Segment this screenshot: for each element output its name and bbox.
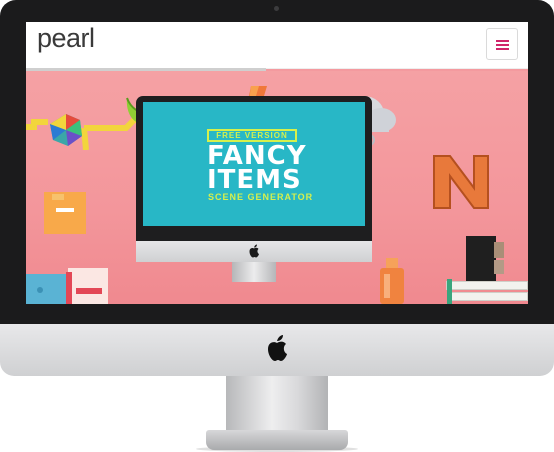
- monitor-stand-foot: [206, 430, 348, 450]
- monitor-stand-neck: [226, 376, 328, 434]
- poster-monitor-stand: [232, 262, 276, 282]
- notes-icon: [446, 275, 528, 304]
- apple-logo-icon: [249, 244, 259, 258]
- n-letter-icon: [433, 155, 489, 209]
- books-icon: [26, 268, 108, 304]
- site-logo[interactable]: pearl: [37, 23, 95, 54]
- menu-button[interactable]: [486, 28, 518, 60]
- hamburger-icon: [496, 40, 509, 42]
- site-header: pearl: [26, 22, 528, 69]
- poster-subtitle: SCENE GENERATOR: [208, 192, 314, 202]
- bottle-icon: [380, 258, 404, 304]
- poster-title-line2: ITEMS: [207, 165, 302, 195]
- sticky-note-icon: [44, 192, 86, 234]
- apple-logo-icon: [268, 335, 287, 361]
- camera-icon: [274, 6, 279, 11]
- monitor-screen: pearl FREE VERSION FANCY ITEMS SCENE GEN…: [26, 22, 528, 304]
